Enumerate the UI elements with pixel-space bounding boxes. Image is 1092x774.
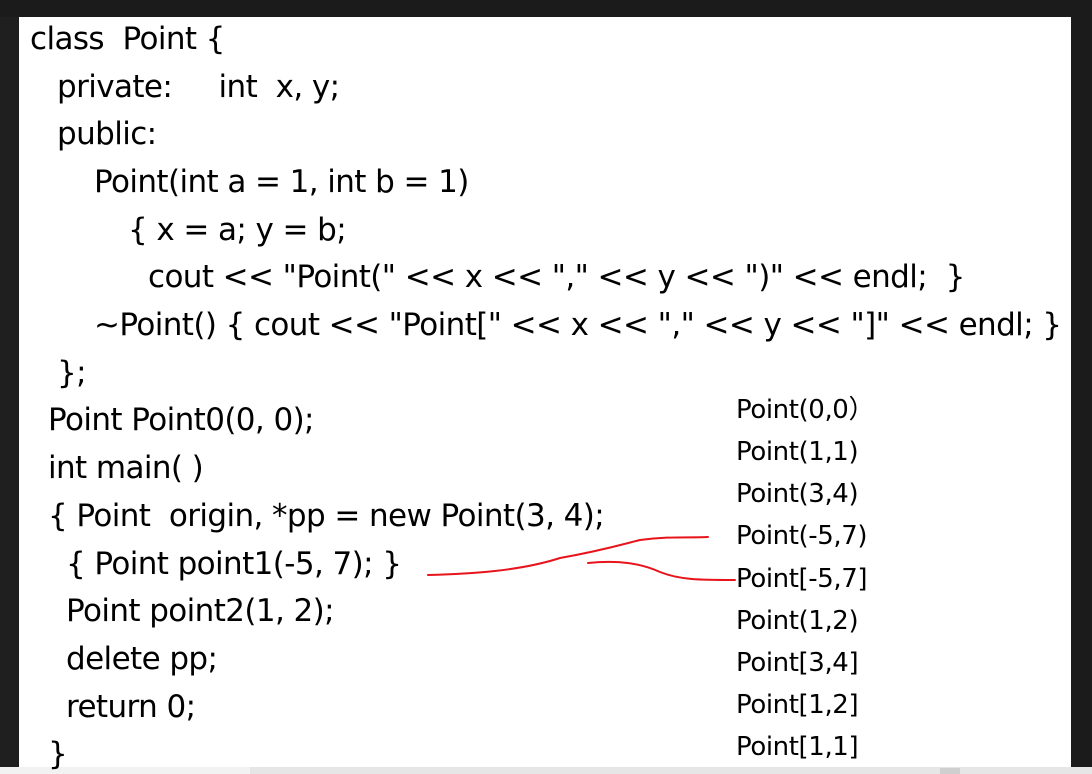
- code-line-constructor: Point(int a = 1, int b = 1): [94, 164, 469, 200]
- code-line-class-end: };: [57, 355, 87, 391]
- code-line-destructor: ~Point() { cout << "Point[" << x << "," …: [94, 307, 1062, 343]
- code-line-inner-block: { Point point1(-5, 7); }: [66, 546, 402, 582]
- output-line: Point[1,2]: [736, 690, 859, 720]
- bottom-strip: [0, 767, 1092, 774]
- screen: class Point { private: int x, y; public:…: [0, 0, 1092, 774]
- code-line-ctor-cout: cout << "Point(" << x << "," << y << ")"…: [148, 259, 965, 295]
- output-line: Point(3,4): [736, 479, 859, 509]
- output-line: Point(1,1): [736, 437, 859, 467]
- output-line: Point(-5,7): [736, 521, 868, 551]
- output-line: Point[-5,7]: [736, 564, 868, 594]
- output-line: Point[1,1]: [736, 732, 859, 762]
- output-line: Point[3,4]: [736, 648, 859, 678]
- code-line-ctor-body: { x = a; y = b;: [128, 212, 347, 248]
- output-line: Point(1,2): [736, 606, 859, 636]
- code-line-delete: delete pp;: [66, 641, 218, 677]
- code-line-return: return 0;: [66, 689, 196, 725]
- code-line-main-decls: { Point origin, *pp = new Point(3, 4);: [48, 498, 605, 534]
- code-line-class-decl: class Point {: [30, 21, 225, 57]
- code-line-global-object: Point Point0(0, 0);: [48, 402, 315, 438]
- right-bar: [1071, 17, 1092, 774]
- bottom-strip-segment: [0, 767, 250, 774]
- top-bar: [0, 0, 1092, 17]
- code-line-public: public:: [57, 116, 157, 152]
- code-line-main: int main( ): [48, 450, 204, 486]
- bottom-strip-handle: [940, 768, 960, 774]
- output-line: Point(0,0）: [736, 395, 875, 425]
- code-line-private: private: int x, y;: [57, 69, 340, 105]
- code-line-main-end: }: [48, 736, 68, 772]
- code-line-point2: Point point2(1, 2);: [66, 593, 335, 629]
